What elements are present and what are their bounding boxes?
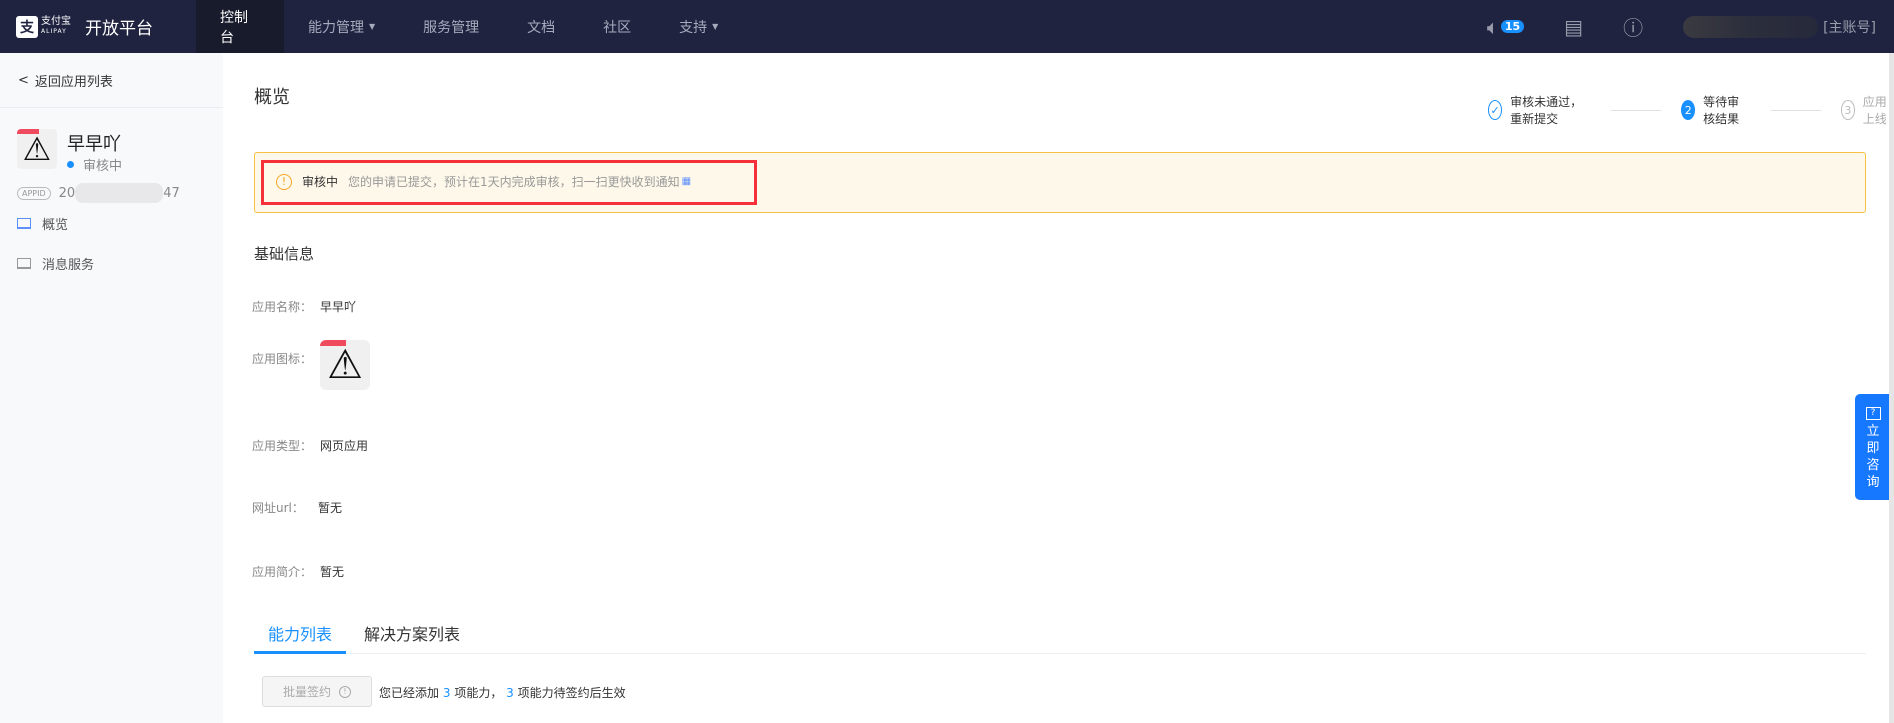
field-label: 应用简介：: [252, 565, 313, 579]
alert-title: 审核中: [302, 175, 339, 189]
nav-community[interactable]: 社区: [579, 0, 655, 53]
tab-solution-list[interactable]: 解决方案列表: [350, 621, 474, 654]
check-icon: ✓: [1488, 100, 1503, 120]
alipay-logo[interactable]: 支 支付宝 ALIPAY 开放平台: [0, 0, 196, 53]
step-1: ✓ 审核未通过，重新提交: [1488, 93, 1591, 127]
capability-summary: 您已经添加 3 项能力， 3 项能力待签约后生效: [379, 684, 626, 701]
field-app-icon: 应用图标： ⚠: [252, 340, 370, 390]
qrcode-icon[interactable]: ▦: [682, 176, 691, 187]
appid: APPID 20 47: [17, 183, 180, 203]
field-desc: 应用简介： 暂无: [252, 563, 344, 580]
sidebar-item-label: 概览: [42, 217, 69, 233]
field-label: 应用名称：: [252, 300, 313, 314]
sidebar-item-label: 消息服务: [42, 257, 95, 273]
scrollbar[interactable]: [1889, 53, 1894, 723]
question-bubble-icon: ?: [1865, 407, 1881, 420]
step-label: 审核未通过，重新提交: [1510, 95, 1583, 126]
help-icon[interactable]: ⓘ: [1623, 12, 1643, 41]
logo-sub: ALIPAY: [41, 27, 67, 35]
sidebar: < 返回应用列表 ⚠ 早早吖 审核中 APPID 20 47 概览 消息服务: [0, 53, 223, 723]
top-nav: 支 支付宝 ALIPAY 开放平台 控制台 能力管理 ▼ 服务管理 文档 社区 支持…: [0, 0, 1894, 53]
sidebar-item-overview[interactable]: 概览: [0, 203, 223, 243]
chevron-left-icon: <: [18, 72, 29, 88]
appid-suffix: 47: [163, 185, 180, 201]
field-app-name: 应用名称： 早早吖: [252, 298, 356, 315]
nav-console[interactable]: 控制台: [196, 0, 284, 53]
field-value: 网页应用: [320, 439, 369, 453]
field-value: 暂无: [318, 501, 343, 515]
nav-support-label: 支持: [679, 19, 708, 36]
step-3: 3 应用上线: [1841, 93, 1894, 127]
account-name-blurred: [1683, 15, 1819, 38]
back-label: 返回应用列表: [34, 74, 113, 90]
warning-icon: !: [276, 173, 292, 190]
batch-sign-button[interactable]: 批量签约!: [262, 676, 372, 707]
records-icon[interactable]: ▤: [1564, 15, 1583, 39]
info-icon: !: [339, 685, 351, 698]
step-divider: [1770, 109, 1822, 111]
consult-char: 即: [1866, 441, 1880, 456]
list-tabs: 能力列表 解决方案列表: [254, 621, 1866, 654]
step-number: 3: [1841, 100, 1855, 120]
field-label: 应用类型：: [252, 439, 313, 453]
step-2: 2 等待审核结果: [1681, 93, 1751, 127]
app-status: 审核中: [67, 155, 122, 174]
step-divider: [1611, 109, 1662, 111]
added-count: 3: [442, 686, 451, 700]
nav-support[interactable]: 支持 ▼: [655, 0, 742, 53]
app-icon-warning: ⚠: [17, 129, 57, 169]
field-value: 暂无: [320, 565, 345, 579]
batch-sign-label: 批量签约: [282, 685, 331, 699]
field-app-type: 应用类型： 网页应用: [252, 437, 368, 454]
sidebar-item-message[interactable]: 消息服务: [0, 243, 223, 283]
step-label: 等待审核结果: [1703, 95, 1740, 126]
speaker-icon: 🔈︎: [1486, 14, 1499, 39]
status-dot-icon: [67, 161, 74, 168]
notification-badge: 15: [1500, 20, 1525, 33]
monitor-icon: [17, 257, 31, 269]
appid-tag: APPID: [17, 186, 51, 200]
consult-char: 立: [1866, 424, 1880, 439]
field-url: 网址url： 暂无: [252, 499, 342, 516]
platform-title: 开放平台: [85, 19, 153, 39]
field-value: 早早吖: [320, 300, 357, 314]
caret-down-icon: ▼: [712, 22, 719, 31]
consult-char: 询: [1866, 475, 1880, 490]
alipay-logo-icon: 支: [16, 15, 38, 38]
caret-down-icon: ▼: [369, 22, 376, 31]
pending-count: 3: [506, 686, 514, 700]
page-title: 概览: [254, 87, 290, 108]
section-basic-info: 基础信息: [254, 245, 315, 263]
app-name: 早早吖: [67, 134, 121, 155]
field-label: 网址url：: [252, 501, 304, 515]
alert-text: 您的申请已提交，预计在1天内完成审核，扫一扫更快收到通知: [348, 175, 680, 189]
nav-capability[interactable]: 能力管理 ▼: [284, 0, 399, 53]
summary-text: 项能力，: [454, 686, 503, 700]
main-content: 概览 ✓ 审核未通过，重新提交 2 等待审核结果 3 应用上线 ! 审核中 您的申请已…: [223, 53, 1894, 723]
nav-service[interactable]: 服务管理: [399, 0, 503, 53]
app-icon-warning: ⚠: [320, 340, 370, 390]
field-label: 应用图标：: [252, 351, 313, 366]
monitor-icon: [17, 217, 31, 229]
notification-button[interactable]: 🔈︎ 15: [1486, 14, 1525, 39]
review-steps: ✓ 审核未通过，重新提交 2 等待审核结果 3 应用上线: [1488, 93, 1894, 127]
account-menu[interactable]: [主账号]: [1823, 17, 1876, 37]
back-to-app-list[interactable]: < 返回应用列表: [0, 53, 223, 108]
consult-char: 咨: [1866, 458, 1880, 473]
nav-capability-label: 能力管理: [308, 19, 364, 36]
nav-docs[interactable]: 文档: [503, 0, 579, 53]
review-alert: ! 审核中 您的申请已提交，预计在1天内完成审核，扫一扫更快收到通知 ▦: [254, 152, 1866, 213]
status-label: 审核中: [83, 159, 123, 174]
logo-brand: 支付宝: [41, 15, 71, 27]
appid-prefix: 20: [58, 185, 76, 201]
tab-capability-list[interactable]: 能力列表: [254, 621, 347, 654]
summary-text: 项能力待签约后生效: [517, 686, 626, 700]
step-number: 2: [1681, 100, 1696, 120]
appid-blurred: [75, 183, 164, 203]
consult-now-button[interactable]: ? 立 即 咨 询: [1855, 394, 1891, 500]
summary-text: 您已经添加: [379, 686, 440, 700]
